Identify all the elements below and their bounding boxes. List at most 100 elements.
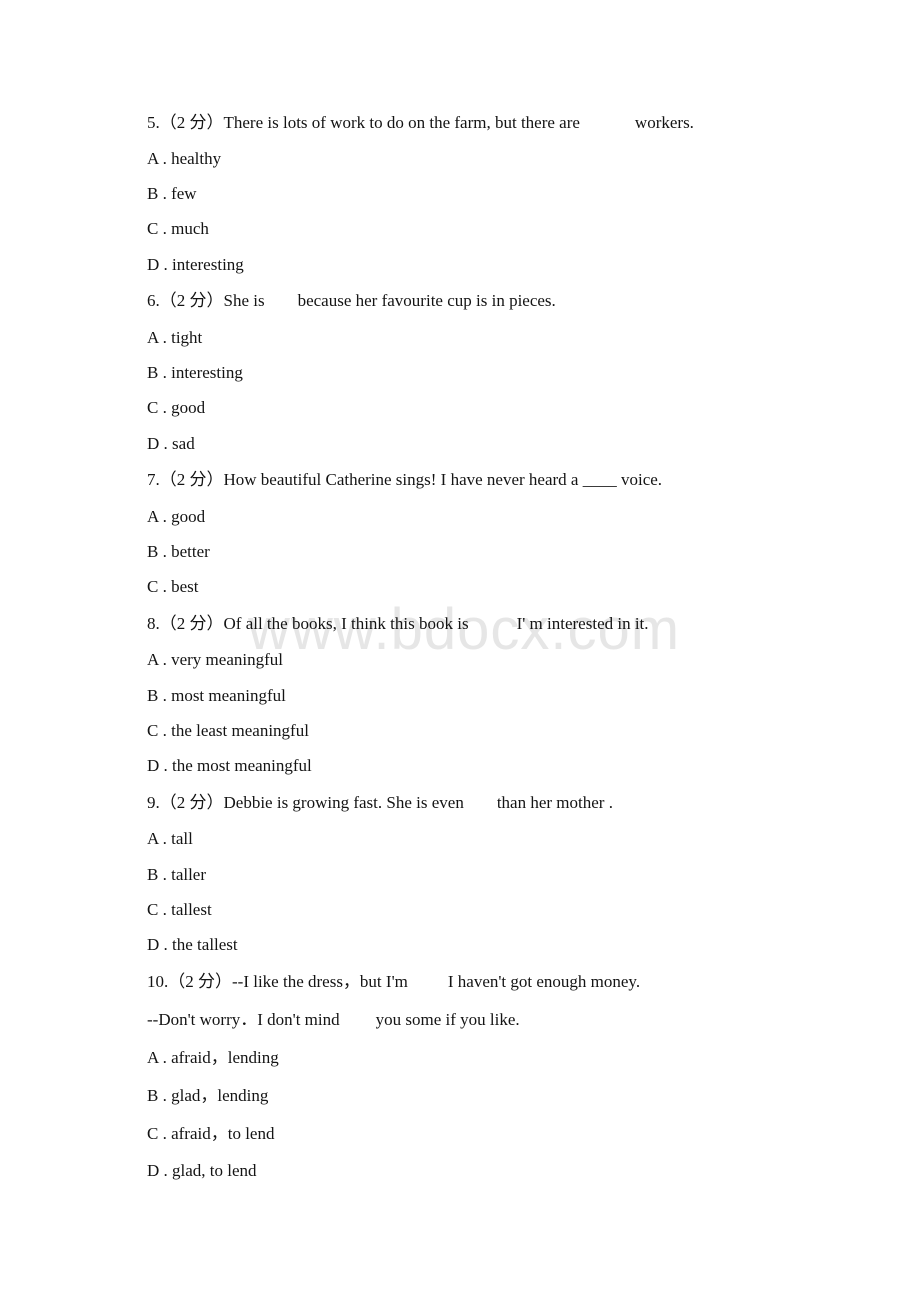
- option-label: A .: [147, 149, 167, 168]
- question-number: 7.: [147, 470, 160, 489]
- option-text: the least meaningful: [171, 721, 309, 740]
- option-text: interesting: [171, 363, 243, 382]
- option-a: A . good: [147, 506, 205, 528]
- option-text: much: [171, 219, 209, 238]
- option-text: interesting: [172, 255, 244, 274]
- option-label: B .: [147, 865, 167, 884]
- option-label: C .: [147, 721, 167, 740]
- question-points: （2 分）: [159, 291, 224, 310]
- option-label: B .: [147, 542, 167, 561]
- question-number: 8.: [147, 614, 160, 633]
- option-text: the most meaningful: [172, 756, 312, 775]
- option-text: the tallest: [172, 935, 238, 954]
- option-label: A .: [147, 1048, 167, 1067]
- option-c: C . much: [147, 218, 209, 240]
- option-text: few: [171, 184, 197, 203]
- option-label: B .: [147, 1086, 167, 1105]
- option-label: D .: [147, 756, 168, 775]
- option-a: A . tall: [147, 828, 193, 850]
- stem-after-blank: than her mother .: [496, 793, 613, 812]
- question-10-stem-line2: --Don't worry．I don't mind you some if yo…: [147, 1009, 520, 1031]
- option-c: C . afraid，to lend: [147, 1123, 274, 1145]
- option-c: C . good: [147, 397, 205, 419]
- question-points: （2 分）: [159, 614, 224, 633]
- option-label: D .: [147, 1161, 168, 1180]
- option-label: D .: [147, 935, 168, 954]
- option-b: B . better: [147, 541, 210, 563]
- question-5-stem: 5.（2 分）There is lots of work to do on th…: [147, 112, 694, 134]
- stem-before-blank: Debbie is growing fast. She is even: [223, 793, 464, 812]
- stem-after-blank: I haven't got enough money.: [447, 972, 641, 991]
- question-points: （2 分）: [159, 470, 224, 489]
- question-7-stem: 7.（2 分）How beautiful Catherine sings! I …: [147, 469, 662, 491]
- option-text: tight: [171, 328, 203, 347]
- stem-after-blank: I' m interested in it.: [516, 614, 649, 633]
- question-8-stem: 8.（2 分）Of all the books, I think this bo…: [147, 613, 649, 635]
- option-c: C . the least meaningful: [147, 720, 309, 742]
- option-label: B .: [147, 184, 167, 203]
- option-d: D . the most meaningful: [147, 755, 312, 777]
- option-b: B . interesting: [147, 362, 243, 384]
- option-c: C . best: [147, 576, 198, 598]
- option-a: A . healthy: [147, 148, 221, 170]
- option-text: healthy: [171, 149, 222, 168]
- stem-before-blank: Of all the books, I think this book is: [223, 614, 469, 633]
- option-text: taller: [171, 865, 207, 884]
- document-page: www.bdocx.com 5.（2 分）There is lots of wo…: [0, 0, 920, 1302]
- option-text: best: [171, 577, 199, 596]
- option-text: tallest: [171, 900, 212, 919]
- question-number: 9.: [147, 793, 160, 812]
- option-d: D . glad, to lend: [147, 1160, 257, 1182]
- question-9-stem: 9.（2 分）Debbie is growing fast. She is ev…: [147, 792, 613, 814]
- option-text: most meaningful: [171, 686, 286, 705]
- stem-after-blank: you some if you like.: [375, 1010, 520, 1029]
- option-text: glad, to lend: [172, 1161, 257, 1180]
- question-points: （2 分）: [159, 113, 224, 132]
- question-number: 5.: [147, 113, 160, 132]
- option-b: B . glad，lending: [147, 1085, 268, 1107]
- option-a: A . very meaningful: [147, 649, 283, 671]
- option-label: C .: [147, 219, 167, 238]
- option-c: C . tallest: [147, 899, 212, 921]
- option-text: good: [171, 507, 206, 526]
- option-label: C .: [147, 1124, 167, 1143]
- option-b: B . most meaningful: [147, 685, 286, 707]
- option-text: afraid，lending: [171, 1048, 279, 1067]
- option-d: D . interesting: [147, 254, 244, 276]
- option-b: B . few: [147, 183, 197, 205]
- option-label: D .: [147, 434, 168, 453]
- option-label: C .: [147, 398, 167, 417]
- option-label: C .: [147, 577, 167, 596]
- option-label: B .: [147, 363, 167, 382]
- question-number: 6.: [147, 291, 160, 310]
- option-text: better: [171, 542, 210, 561]
- option-label: B .: [147, 686, 167, 705]
- option-text: good: [171, 398, 206, 417]
- option-label: C .: [147, 900, 167, 919]
- option-text: glad，lending: [171, 1086, 269, 1105]
- option-text: afraid，to lend: [171, 1124, 275, 1143]
- stem-before-blank: She is: [223, 291, 265, 310]
- option-label: D .: [147, 255, 168, 274]
- stem-after-blank: workers.: [634, 113, 694, 132]
- stem-before-blank: There is lots of work to do on the farm,…: [223, 113, 580, 132]
- option-text: very meaningful: [171, 650, 283, 669]
- option-d: D . sad: [147, 433, 195, 455]
- stem-before-blank: --Don't worry．I don't mind: [147, 1010, 340, 1029]
- stem-text: How beautiful Catherine sings! I have ne…: [223, 470, 663, 489]
- option-label: A .: [147, 829, 167, 848]
- question-points: （2 分）: [168, 972, 232, 991]
- question-points: （2 分）: [159, 793, 224, 812]
- option-b: B . taller: [147, 864, 206, 886]
- stem-after-blank: because her favourite cup is in pieces.: [297, 291, 556, 310]
- option-a: A . afraid，lending: [147, 1047, 279, 1069]
- option-label: A .: [147, 650, 167, 669]
- option-d: D . the tallest: [147, 934, 238, 956]
- option-a: A . tight: [147, 327, 202, 349]
- option-text: tall: [171, 829, 193, 848]
- option-label: A .: [147, 507, 167, 526]
- question-10-stem: 10.（2 分）--I like the dress，but I'm I have…: [147, 971, 640, 993]
- option-text: sad: [172, 434, 195, 453]
- stem-before-blank: --I like the dress，but I'm: [232, 972, 408, 991]
- question-6-stem: 6.（2 分）She is because her favourite cup i…: [147, 290, 556, 312]
